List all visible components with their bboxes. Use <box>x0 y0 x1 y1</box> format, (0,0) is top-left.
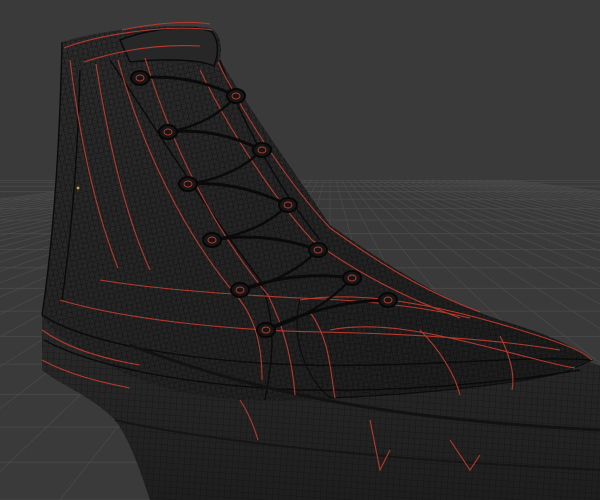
eyelet <box>256 322 276 338</box>
shoe-mesh[interactable] <box>41 21 600 500</box>
eyelet <box>342 270 362 286</box>
eyelet <box>378 292 398 308</box>
eyelet <box>308 242 328 258</box>
eyelet <box>130 70 150 86</box>
3d-viewport[interactable] <box>0 0 600 500</box>
eyelet <box>202 232 222 248</box>
eyelet <box>230 282 250 298</box>
viewport-canvas[interactable] <box>0 0 600 500</box>
eyelet <box>178 176 198 192</box>
vertex-highlight <box>76 186 80 190</box>
eyelet <box>226 88 246 104</box>
eyelet <box>252 142 272 158</box>
eyelet <box>278 197 298 213</box>
eyelet <box>158 124 178 140</box>
